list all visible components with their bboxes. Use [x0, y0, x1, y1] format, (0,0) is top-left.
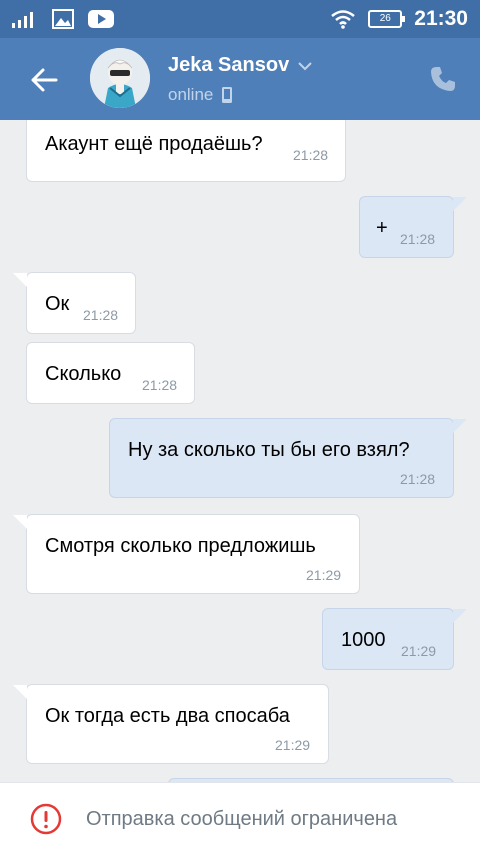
message-bubble-outgoing[interactable]: 1000 21:29	[322, 608, 454, 670]
message-text: Сколько	[45, 363, 122, 385]
restriction-notice: Отправка сообщений ограничена	[86, 808, 398, 830]
message-text: +	[376, 217, 388, 239]
message-time: 21:28	[400, 231, 436, 247]
status-bar: 26 21:30	[0, 0, 480, 38]
message-time: 21:28	[293, 147, 329, 163]
chat-title[interactable]: Jeka Sansov online	[168, 54, 313, 105]
bubble-tail	[13, 685, 27, 699]
clock: 21:30	[414, 7, 468, 30]
message-bubble-outgoing[interactable]: + 21:28	[359, 196, 454, 258]
message-bubble-incoming[interactable]: Сколько 21:28	[26, 342, 195, 404]
message-time: 21:29	[275, 737, 311, 753]
chevron-down-icon	[298, 61, 312, 70]
youtube-icon	[88, 10, 114, 28]
bubble-tail	[453, 197, 467, 211]
message-text: Акаунт ещё продаёшь?	[45, 133, 263, 155]
battery-icon: 26	[368, 10, 406, 28]
message-bubble-outgoing[interactable]: Ну за сколько ты бы его взял? 21:28	[109, 418, 454, 498]
wifi-icon	[331, 10, 356, 29]
contact-name-row[interactable]: Jeka Sansov	[168, 54, 313, 77]
message-bubble-incoming[interactable]: Акаунт ещё продаёшь? 21:28	[26, 120, 346, 182]
composer-restricted-bar: Отправка сообщений ограничена	[0, 782, 480, 855]
avatar-image	[90, 48, 150, 108]
message-text: 1000	[341, 629, 386, 651]
status-right: 26 21:30	[330, 7, 468, 31]
status-left	[12, 9, 114, 29]
bubble-tail	[13, 273, 27, 287]
message-time: 21:28	[142, 377, 178, 393]
message-text: Ок	[45, 293, 70, 315]
back-arrow-icon[interactable]	[28, 64, 60, 96]
warning-icon	[30, 803, 62, 835]
bubble-tail	[453, 419, 467, 433]
message-time: 21:29	[401, 643, 437, 659]
presence-row: online	[168, 85, 313, 105]
presence-status: online	[168, 85, 214, 104]
chat-header: Jeka Sansov online	[0, 38, 480, 120]
contact-name: Jeka Sansov	[168, 54, 290, 76]
message-text: Смотря сколько предложишь	[45, 535, 316, 557]
message-time: 21:29	[306, 567, 342, 583]
message-text: Ок тогда есть два спосаба	[45, 705, 290, 727]
message-text: Ну за сколько ты бы его взял?	[128, 439, 410, 461]
message-bubble-incoming[interactable]: Ок 21:28	[26, 272, 136, 334]
message-time: 21:28	[83, 307, 119, 323]
mobile-device-icon	[222, 87, 233, 103]
signal-icon	[12, 12, 33, 28]
avatar[interactable]	[90, 48, 150, 108]
bubble-tail	[13, 515, 27, 529]
message-bubble-incoming[interactable]: Ок тогда есть два спосаба 21:29	[26, 684, 329, 764]
message-list[interactable]: Акаунт ещё продаёшь? 21:28 + 21:28 Ок 21…	[0, 120, 480, 782]
message-time: 21:28	[400, 471, 436, 487]
message-bubble-incoming[interactable]: Смотря сколько предложишь 21:29	[26, 514, 360, 594]
bubble-tail	[453, 609, 467, 623]
gallery-icon	[52, 9, 74, 29]
phone-call-icon[interactable]	[428, 64, 458, 94]
